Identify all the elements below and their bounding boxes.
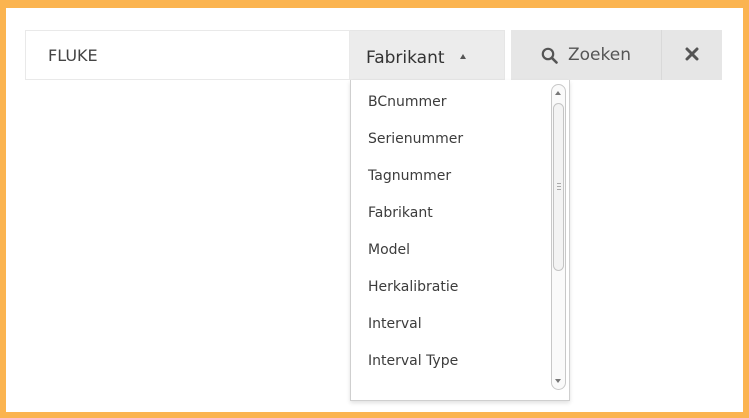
search-button-label: Zoeken — [568, 45, 631, 65]
filter-select[interactable]: Fabrikant — [350, 30, 505, 80]
filter-option-interval-type[interactable]: Interval Type — [351, 343, 569, 380]
grip-line — [557, 183, 561, 184]
close-icon — [685, 46, 699, 65]
search-input[interactable] — [25, 30, 350, 80]
filter-option-fabrikant[interactable]: Fabrikant — [351, 195, 569, 232]
caret-up-icon — [459, 53, 466, 59]
filter-option-serienummer[interactable]: Serienummer — [351, 121, 569, 158]
scroll-down-arrow-icon[interactable] — [555, 379, 561, 383]
filter-option-interval[interactable]: Interval — [351, 306, 569, 343]
scroll-up-arrow-icon[interactable] — [555, 91, 561, 95]
search-icon — [541, 47, 558, 64]
filter-option-herkalibratie[interactable]: Herkalibratie — [351, 269, 569, 306]
filter-option-model[interactable]: Model — [351, 232, 569, 269]
filter-option-tagnummer[interactable]: Tagnummer — [351, 158, 569, 195]
grip-line — [557, 186, 561, 187]
filter-option-list: BCnummer Serienummer Tagnummer Fabrikant… — [351, 84, 569, 380]
filter-option-bcnummer[interactable]: BCnummer — [351, 84, 569, 121]
dropdown-scrollbar[interactable] — [551, 84, 566, 390]
filter-select-value: Fabrikant — [366, 48, 445, 68]
scrollbar-thumb[interactable] — [553, 103, 564, 271]
clear-button[interactable] — [661, 30, 722, 80]
filter-dropdown: BCnummer Serienummer Tagnummer Fabrikant… — [350, 80, 570, 401]
grip-line — [557, 189, 561, 190]
search-button[interactable]: Zoeken — [511, 30, 661, 80]
